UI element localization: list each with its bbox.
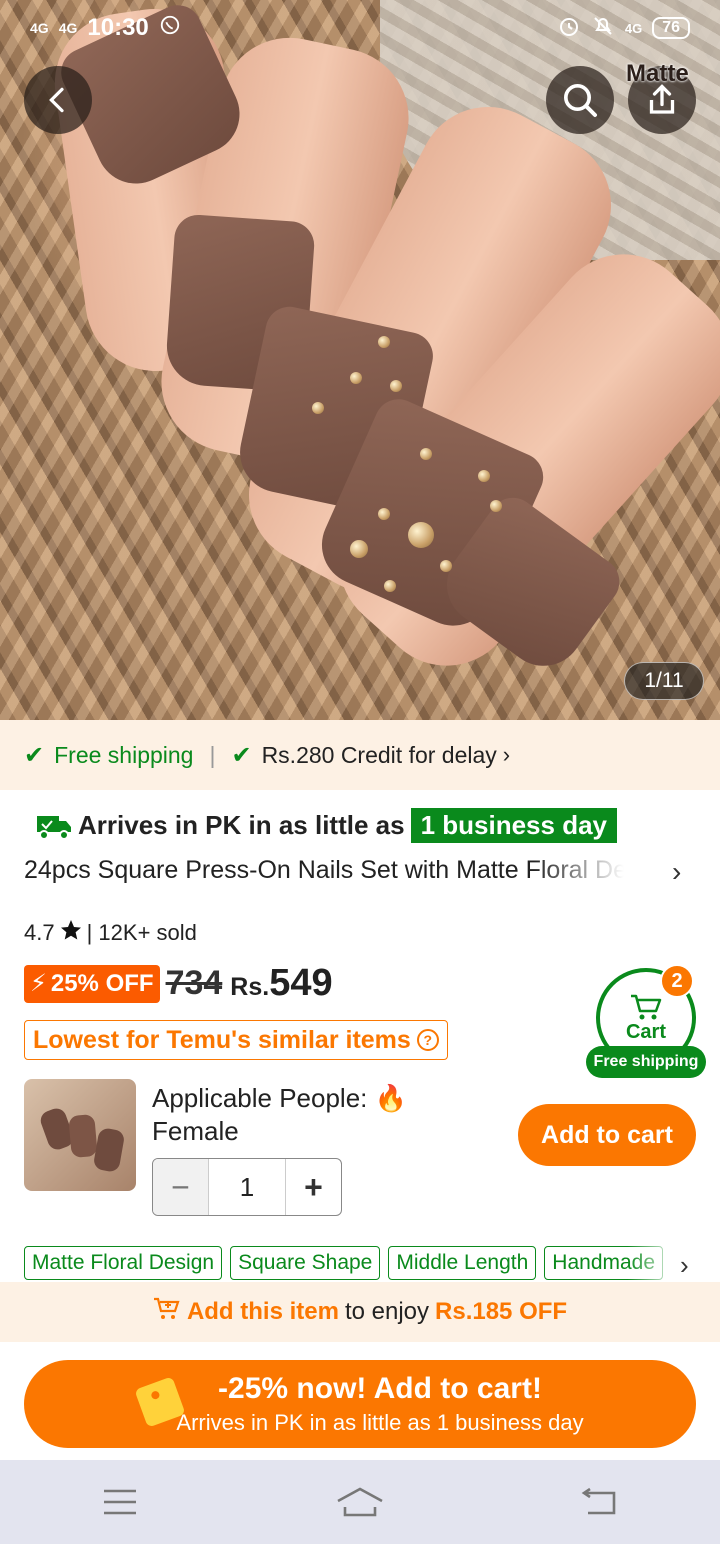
cart-count-badge: 2 — [660, 964, 694, 998]
quantity-value[interactable]: 1 — [209, 1172, 285, 1203]
chevron-right-icon[interactable]: › — [680, 1250, 689, 1281]
divider: | — [209, 741, 216, 768]
current-price: 549 — [269, 962, 333, 1004]
delivery-highlight: 1 business day — [410, 808, 617, 843]
cta-main-text: -25% now! Add to cart! — [218, 1372, 542, 1405]
fire-icon: 🔥 — [374, 1083, 407, 1113]
cta-add-to-cart-button[interactable]: -25% now! Add to cart! Arrives in PK in … — [24, 1360, 696, 1448]
thumb-nail-3 — [92, 1127, 126, 1173]
gold-bead — [390, 380, 402, 392]
gold-bead — [408, 522, 434, 548]
product-title[interactable]: 24pcs Square Press-On Nails Set with Mat… — [24, 856, 624, 885]
applicable-people: Applicable People: 🔥 Female — [152, 1082, 407, 1148]
applicable-label: Applicable People: — [152, 1083, 368, 1113]
chevron-right-icon: › — [502, 742, 511, 767]
image-overlay-text: Matte — [626, 60, 689, 87]
free-shipping-label: Free shipping — [54, 741, 194, 768]
cart-icon — [631, 994, 662, 1019]
currency: Rs. — [230, 973, 270, 1001]
alarm-icon — [557, 14, 581, 43]
credit-label: Rs.280 Credit for delay — [261, 741, 497, 768]
back-icon — [581, 1487, 616, 1515]
tag-item[interactable]: Handmade — [544, 1246, 664, 1280]
original-price: 734 — [165, 964, 223, 1002]
tag-item[interactable]: Square Shape — [230, 1246, 381, 1280]
gold-bead — [378, 508, 390, 520]
search-button[interactable] — [546, 66, 614, 134]
promo-middle: to enjoy — [344, 1298, 430, 1325]
check-icon: ✔ — [24, 741, 45, 769]
back-nav-button[interactable] — [570, 1472, 630, 1532]
gold-bead — [350, 540, 368, 558]
home-icon — [337, 1487, 383, 1517]
check-icon: ✔ — [231, 741, 252, 769]
gold-bead — [420, 448, 432, 460]
decrease-button[interactable]: − — [153, 1159, 209, 1215]
battery-indicator: 76 — [652, 17, 690, 39]
shipping-strip[interactable]: ✔ Free shipping | ✔ Rs.280 Credit for de… — [0, 720, 720, 790]
gold-bead — [384, 580, 396, 592]
signal-1: 4G — [30, 20, 49, 36]
chevron-right-icon[interactable]: › — [672, 856, 681, 888]
gold-bead — [490, 500, 502, 512]
gold-bead — [378, 336, 390, 348]
delivery-info: Arrives in PK in as little as 1 business… — [36, 808, 617, 843]
lightning-icon: ⚡ — [30, 970, 47, 997]
chevron-left-icon — [49, 87, 64, 113]
menu-icon — [104, 1489, 136, 1515]
status-bar: 4G 4G 10:30 4G 76 — [0, 0, 720, 56]
rating-value: 4.7 — [24, 920, 55, 945]
cart-free-shipping: Free shipping — [586, 1046, 706, 1078]
cart-label: Cart — [625, 1020, 666, 1043]
network-indicator: 4G — [624, 20, 643, 36]
promo-strip[interactable]: Add this item to enjoy Rs.185 OFF — [0, 1282, 720, 1342]
whatsapp-icon — [159, 14, 181, 43]
signal-2: 4G — [58, 20, 78, 36]
gold-bead — [440, 560, 452, 572]
price-row: ⚡ 25% OFF 734 Rs. 549 — [24, 962, 333, 1005]
image-counter: 1/11 — [624, 662, 704, 700]
cart-plus-icon — [153, 1297, 181, 1328]
delivery-text: Arrives in PK in as little as — [78, 810, 405, 840]
home-button[interactable] — [330, 1472, 390, 1532]
variant-thumbnail[interactable] — [24, 1079, 136, 1191]
increase-button[interactable]: + — [285, 1159, 341, 1215]
promo-amount: Rs.185 OFF — [435, 1298, 568, 1325]
system-nav-bar — [0, 1460, 720, 1544]
menu-button[interactable] — [90, 1472, 150, 1532]
discount-badge: ⚡ 25% OFF — [24, 964, 160, 1003]
sold-count: | 12K+ sold — [86, 920, 197, 945]
thumb-nail-2 — [68, 1113, 98, 1159]
mute-icon — [591, 14, 615, 43]
gold-bead — [350, 372, 362, 384]
rating-row[interactable]: 4.7 | 12K+ sold — [24, 918, 197, 948]
clock: 10:30 — [87, 14, 149, 41]
add-to-cart-button[interactable]: Add to cart — [518, 1104, 696, 1166]
gold-bead — [478, 470, 490, 482]
applicable-value: Female — [152, 1116, 239, 1146]
back-button[interactable] — [24, 66, 92, 134]
search-icon — [564, 84, 597, 117]
help-icon[interactable]: ? — [416, 1029, 439, 1051]
tag-item[interactable]: Matte Floral Design — [24, 1246, 223, 1280]
truck-icon — [37, 815, 71, 840]
tag-item[interactable]: Middle Length — [388, 1246, 537, 1280]
star-icon — [59, 918, 83, 948]
quantity-stepper[interactable]: − 1 + — [152, 1158, 342, 1216]
lowest-price-badge[interactable]: Lowest for Temu's similar items ? — [24, 1020, 448, 1060]
gold-bead — [312, 402, 324, 414]
promo-lead: Add this item — [186, 1298, 339, 1325]
cta-sub-text: Arrives in PK in as little as 1 business… — [176, 1410, 584, 1435]
feature-tags: Matte Floral Design Square Shape Middle … — [24, 1246, 680, 1280]
